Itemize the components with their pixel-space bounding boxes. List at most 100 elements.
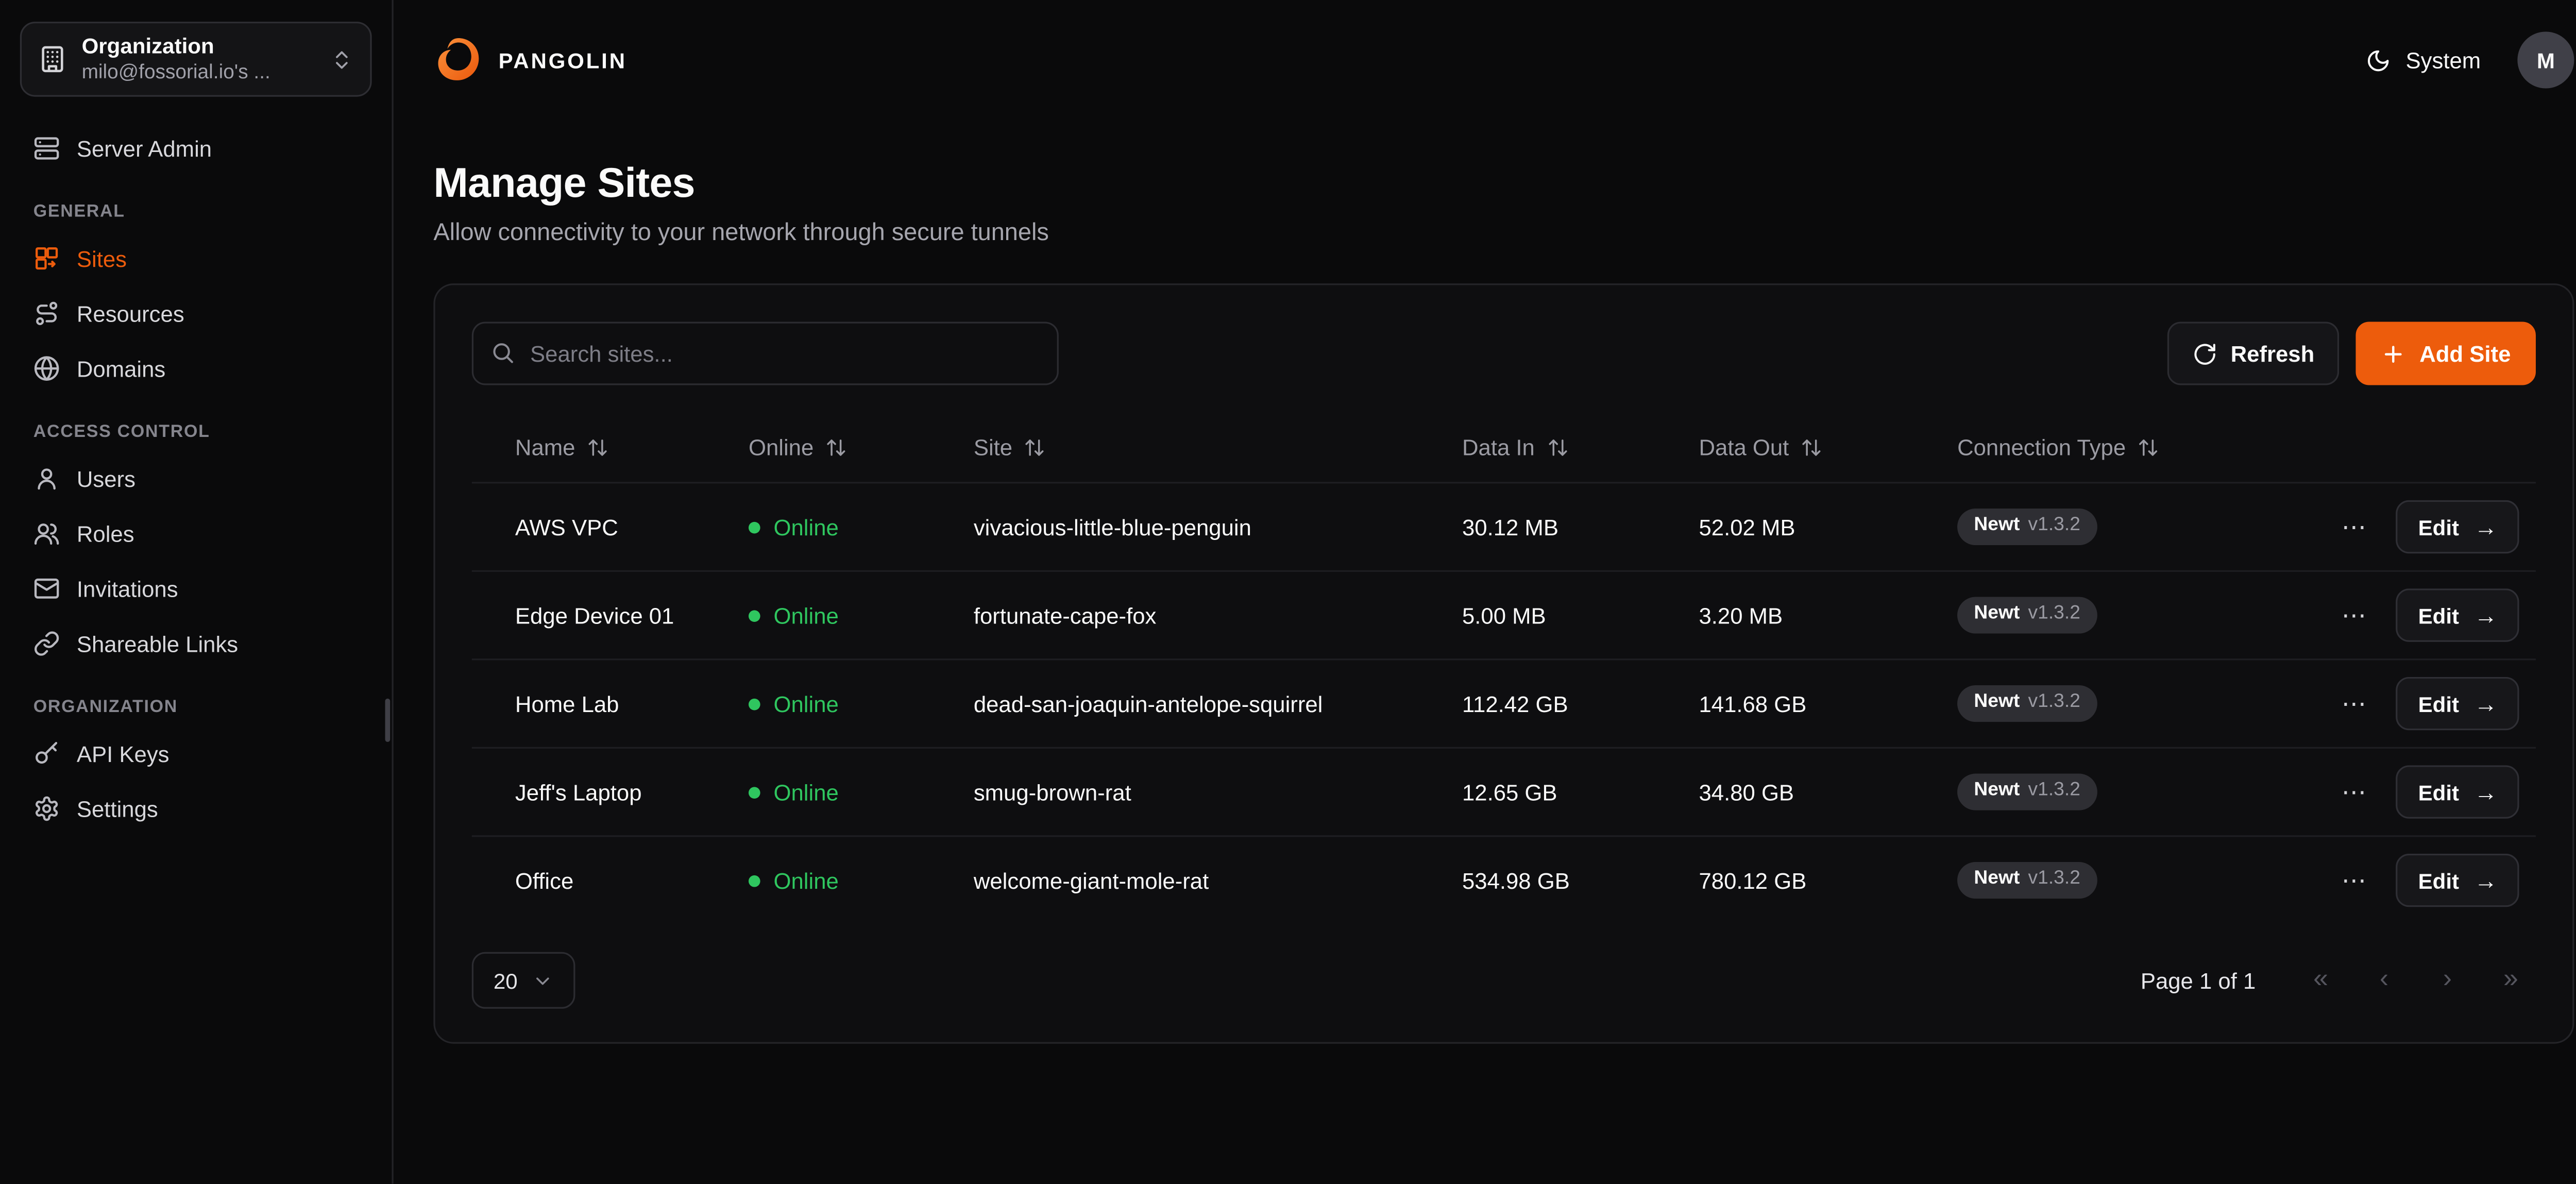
edit-label: Edit bbox=[2418, 603, 2459, 628]
globe-icon bbox=[33, 355, 60, 382]
sidebar-item-domains[interactable]: Domains bbox=[20, 344, 372, 394]
page-info: Page 1 of 1 bbox=[2141, 968, 2256, 993]
connection-client: Newt bbox=[1974, 869, 2020, 892]
sidebar-item-api-keys[interactable]: API Keys bbox=[20, 729, 372, 779]
key-icon bbox=[33, 740, 60, 767]
sidebar-item-settings[interactable]: Settings bbox=[20, 784, 372, 834]
sidebar-item-sites[interactable]: Sites bbox=[20, 233, 372, 283]
chevron-down-icon bbox=[533, 970, 554, 991]
edit-label: Edit bbox=[2418, 868, 2459, 893]
search-icon bbox=[490, 340, 515, 365]
column-header-online[interactable]: Online bbox=[722, 434, 947, 460]
building-icon bbox=[38, 45, 66, 73]
sort-icon bbox=[587, 436, 608, 458]
toolbar-actions: Refresh Add Site bbox=[2167, 322, 2536, 385]
prev-page-button[interactable]: ‹ bbox=[2359, 955, 2409, 1005]
online-label: Online bbox=[774, 780, 839, 805]
online-cell: Online bbox=[722, 514, 947, 539]
refresh-button[interactable]: Refresh bbox=[2167, 322, 2340, 385]
page-subtitle: Allow connectivity to your network throu… bbox=[433, 220, 2574, 247]
arrow-right-icon: → bbox=[2474, 867, 2497, 894]
org-selector[interactable]: Organization milo@fossorial.io's ... bbox=[20, 22, 372, 97]
next-page-button[interactable]: › bbox=[2422, 955, 2472, 1005]
online-label: Online bbox=[774, 603, 839, 628]
data-in-cell: 112.42 GB bbox=[1435, 691, 1672, 716]
sidebar: Organization milo@fossorial.io's ... Ser… bbox=[0, 0, 394, 1184]
online-dot bbox=[749, 698, 760, 709]
data-out-cell: 141.68 GB bbox=[1672, 691, 1931, 716]
sidebar-scrollbar-thumb[interactable] bbox=[385, 699, 391, 742]
online-cell: Online bbox=[722, 780, 947, 805]
brand-name: PANGOLIN bbox=[499, 47, 627, 73]
table-header-row: Name Online Site Data In bbox=[472, 412, 2536, 482]
page-size-select[interactable]: 20 bbox=[472, 952, 576, 1009]
sidebar-nav: Server Admin GENERAL Sites Resources Dom… bbox=[20, 123, 372, 834]
column-header-data-out[interactable]: Data Out bbox=[1672, 434, 1931, 460]
search-input[interactable] bbox=[472, 322, 1059, 385]
theme-toggle-label: System bbox=[2405, 47, 2481, 73]
row-menu-button[interactable]: ⋯ bbox=[2335, 509, 2375, 545]
row-actions: ⋯ Edit→ bbox=[2331, 500, 2519, 554]
table-footer: 20 Page 1 of 1 « ‹ › » bbox=[472, 952, 2536, 1009]
sidebar-item-invitations[interactable]: Invitations bbox=[20, 564, 372, 614]
brand-link[interactable]: PANGOLIN bbox=[433, 35, 626, 85]
org-selector-value: milo@fossorial.io's ... bbox=[82, 61, 315, 87]
row-menu-button[interactable]: ⋯ bbox=[2335, 774, 2375, 810]
site-id-cell: smug-brown-rat bbox=[947, 780, 1435, 805]
sort-icon bbox=[1546, 436, 1568, 458]
user-avatar[interactable]: M bbox=[2517, 31, 2574, 88]
row-menu-button[interactable]: ⋯ bbox=[2335, 685, 2375, 722]
add-site-label: Add Site bbox=[2419, 341, 2511, 366]
sites-toolbar: Refresh Add Site bbox=[472, 322, 2536, 385]
sidebar-item-label: Domains bbox=[77, 356, 165, 381]
theme-toggle-button[interactable]: System bbox=[2366, 47, 2481, 73]
top-bar-right: System M bbox=[2366, 31, 2574, 88]
edit-button[interactable]: Edit→ bbox=[2397, 500, 2519, 554]
sidebar-item-label: Resources bbox=[77, 301, 184, 326]
first-page-button[interactable]: « bbox=[2296, 955, 2346, 1005]
row-menu-button[interactable]: ⋯ bbox=[2335, 597, 2375, 633]
connection-type-cell: Newt v1.3.2 bbox=[1930, 774, 2331, 810]
edit-button[interactable]: Edit → bbox=[2397, 854, 2519, 907]
row-menu-button[interactable]: ⋯ bbox=[2335, 862, 2375, 899]
sidebar-item-server-admin[interactable]: Server Admin bbox=[20, 123, 372, 173]
column-header-connection-type[interactable]: Connection Type bbox=[1930, 434, 2331, 460]
column-header-name[interactable]: Name bbox=[488, 434, 722, 460]
online-cell: Online bbox=[722, 603, 947, 628]
column-label: Online bbox=[749, 434, 814, 460]
edit-button[interactable]: Edit→ bbox=[2397, 765, 2519, 819]
row-actions: ⋯ Edit → bbox=[2331, 854, 2519, 907]
connection-type-cell: Newtv1.3.2 bbox=[1930, 597, 2331, 634]
connection-client: Newt bbox=[1974, 781, 2020, 804]
data-in-cell: 30.12 MB bbox=[1435, 514, 1672, 539]
online-label: Online bbox=[774, 514, 839, 539]
edit-button[interactable]: Edit→ bbox=[2397, 677, 2519, 731]
connection-type-badge: Newtv1.3.2 bbox=[1957, 685, 2097, 722]
edit-button[interactable]: Edit→ bbox=[2397, 588, 2519, 642]
sidebar-item-shareable-links[interactable]: Shareable Links bbox=[20, 619, 372, 669]
connection-type-cell: Newtv1.3.2 bbox=[1930, 862, 2331, 899]
site-id-cell: vivacious-little-blue-penguin bbox=[947, 514, 1435, 539]
server-icon bbox=[33, 135, 60, 162]
add-site-button[interactable]: Add Site bbox=[2356, 322, 2536, 385]
table-row: Home Lab Online dead-san-joaquin-antelop… bbox=[472, 658, 2536, 747]
connection-type-badge: Newtv1.3.2 bbox=[1957, 509, 2097, 545]
table-row: Jeff's Laptop Online smug-brown-rat 12.6… bbox=[472, 747, 2536, 836]
sort-icon bbox=[825, 436, 847, 458]
sidebar-item-roles[interactable]: Roles bbox=[20, 509, 372, 559]
table-row: Office Online welcome-giant-mole-rat 534… bbox=[472, 835, 2536, 924]
app-root: Organization milo@fossorial.io's ... Ser… bbox=[0, 0, 2576, 1184]
connection-version: v1.3.2 bbox=[2028, 781, 2080, 804]
sidebar-item-users[interactable]: Users bbox=[20, 453, 372, 503]
last-page-button[interactable]: » bbox=[2486, 955, 2536, 1005]
column-header-data-in[interactable]: Data In bbox=[1435, 434, 1672, 460]
table-row: Edge Device 01 Online fortunate-cape-fox… bbox=[472, 570, 2536, 659]
site-name-cell: AWS VPC bbox=[488, 514, 722, 539]
connection-client: Newt bbox=[1974, 515, 2020, 538]
sites-table: Name Online Site Data In bbox=[472, 412, 2536, 923]
section-label-organization: ORGANIZATION bbox=[33, 697, 359, 717]
site-name-cell: Edge Device 01 bbox=[488, 603, 722, 628]
column-header-site[interactable]: Site bbox=[947, 434, 1435, 460]
sort-icon bbox=[1801, 436, 1822, 458]
sidebar-item-resources[interactable]: Resources bbox=[20, 289, 372, 339]
